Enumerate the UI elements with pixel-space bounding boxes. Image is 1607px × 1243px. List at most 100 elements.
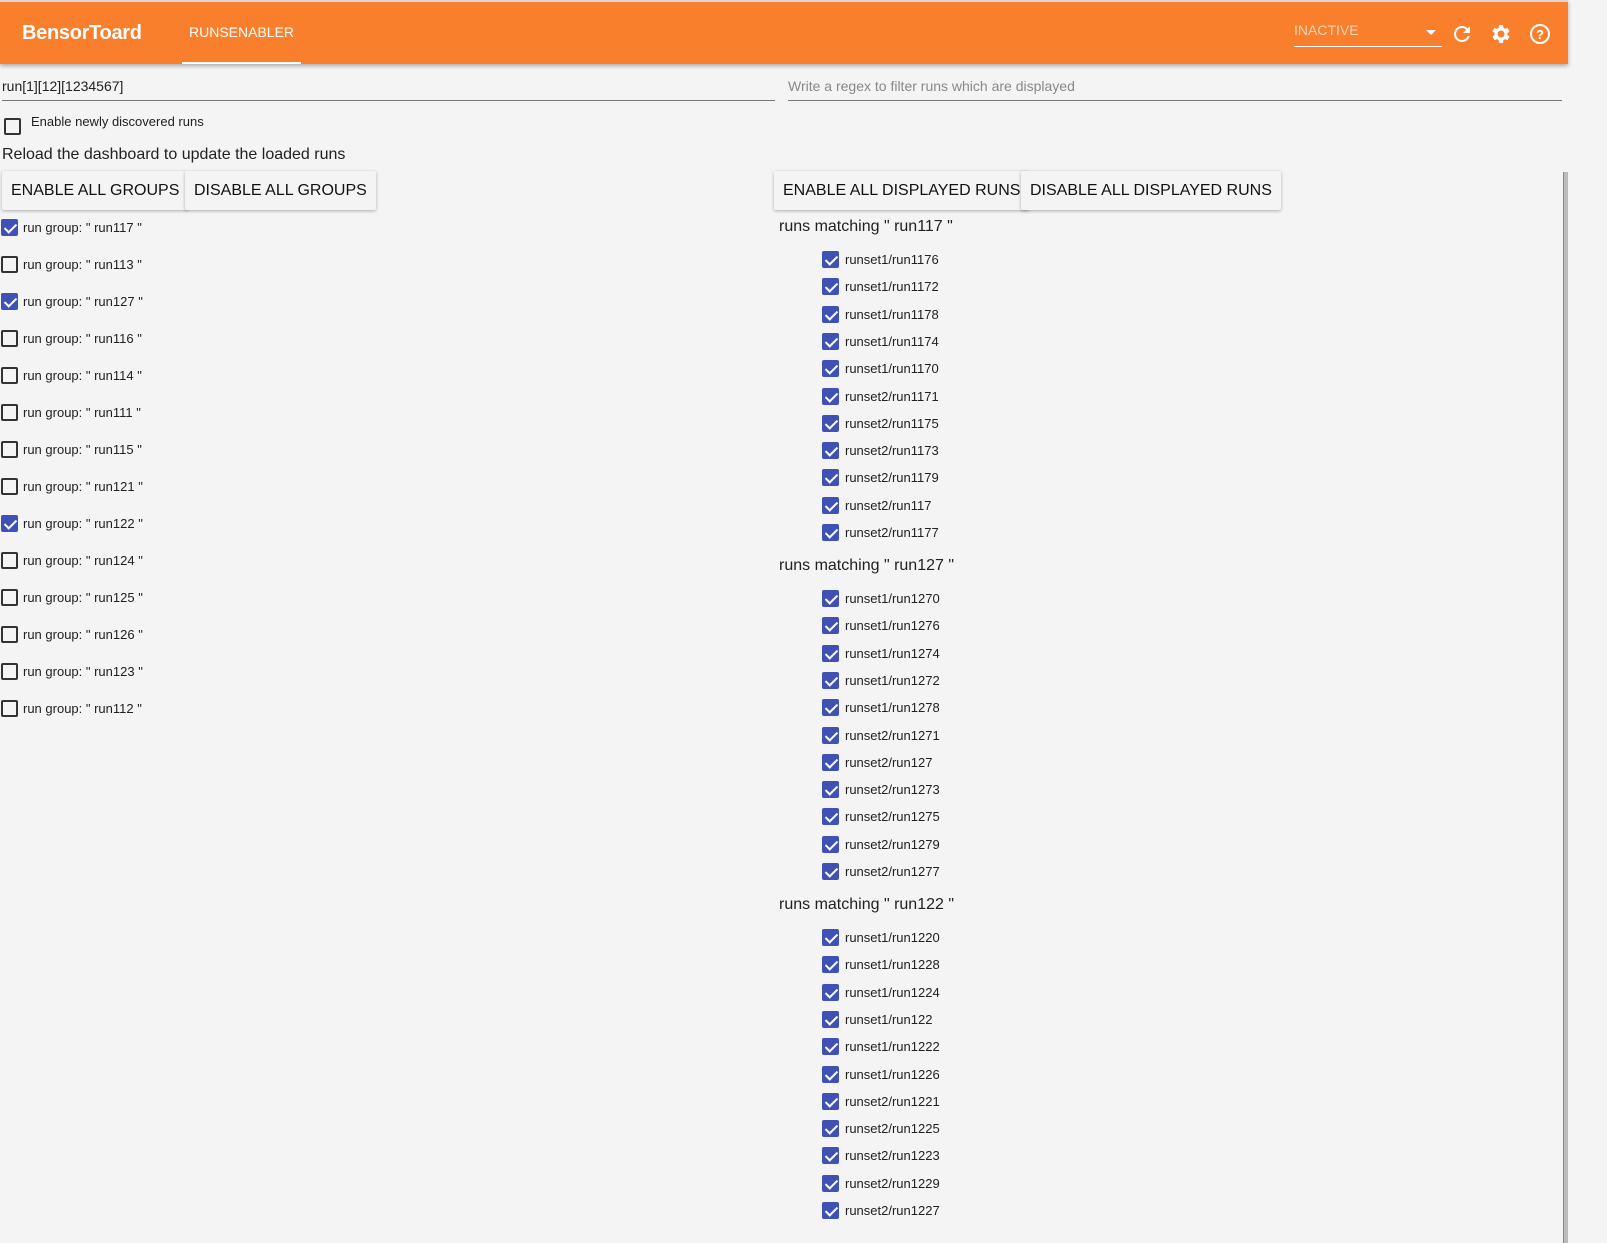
checkbox[interactable] bbox=[822, 1174, 839, 1192]
checkbox[interactable] bbox=[822, 617, 839, 635]
checkbox[interactable] bbox=[822, 414, 839, 432]
run-item[interactable]: runset2/run1225 bbox=[822, 1120, 940, 1138]
run-group-item[interactable]: run group: " run112 " bbox=[1, 700, 142, 717]
checkbox[interactable] bbox=[822, 644, 839, 662]
checkbox[interactable] bbox=[822, 1010, 839, 1028]
run-group-item[interactable]: run group: " run114 " bbox=[1, 367, 142, 384]
checkbox[interactable] bbox=[822, 699, 839, 717]
checkbox[interactable] bbox=[822, 1092, 839, 1110]
run-item[interactable]: runset2/run1177 bbox=[822, 524, 939, 541]
help-icon[interactable]: ? bbox=[1528, 22, 1552, 46]
checkbox[interactable] bbox=[1, 219, 18, 236]
checkbox[interactable] bbox=[1, 256, 18, 273]
run-item[interactable]: runset1/run1178 bbox=[822, 305, 939, 323]
run-group-item[interactable]: run group: " run111 " bbox=[1, 404, 141, 421]
run-item[interactable]: runset1/run1272 bbox=[822, 671, 940, 689]
run-group-item[interactable]: run group: " run126 " bbox=[1, 626, 143, 643]
checkbox[interactable] bbox=[822, 956, 839, 974]
disable-all-groups-button[interactable]: DISABLE ALL GROUPS bbox=[185, 171, 376, 210]
run-item[interactable]: runset1/run1176 bbox=[822, 251, 939, 268]
checkbox[interactable] bbox=[1, 478, 18, 495]
run-item[interactable]: runset2/run1229 bbox=[822, 1174, 940, 1192]
run-item[interactable]: runset2/run1173 bbox=[822, 442, 939, 460]
run-item[interactable]: runset2/run1271 bbox=[822, 726, 940, 744]
checkbox[interactable] bbox=[822, 524, 839, 541]
checkbox[interactable] bbox=[1, 330, 18, 347]
checkbox[interactable] bbox=[1, 663, 18, 680]
run-item[interactable]: runset2/run1273 bbox=[822, 781, 940, 799]
run-item[interactable]: runset1/run1274 bbox=[822, 644, 940, 662]
scrollbar[interactable] bbox=[1563, 172, 1568, 1243]
checkbox[interactable] bbox=[1, 700, 18, 717]
run-item[interactable]: runset2/run1227 bbox=[822, 1202, 940, 1219]
run-group-item[interactable]: run group: " run124 " bbox=[1, 552, 143, 569]
checkbox[interactable] bbox=[822, 671, 839, 689]
run-item[interactable]: runset2/run1175 bbox=[822, 414, 939, 432]
checkbox[interactable] bbox=[822, 496, 839, 514]
run-regex-input[interactable]: Write a regex to filter runs which are d… bbox=[788, 78, 1562, 101]
checkbox[interactable] bbox=[822, 726, 839, 744]
run-item[interactable]: runset2/run1171 bbox=[822, 387, 939, 405]
checkbox[interactable] bbox=[1, 367, 18, 384]
run-item[interactable]: runset1/run1170 bbox=[822, 360, 939, 378]
checkbox[interactable] bbox=[822, 332, 839, 350]
run-group-item[interactable]: run group: " run121 " bbox=[1, 478, 143, 495]
run-item[interactable]: runset1/run1222 bbox=[822, 1038, 940, 1056]
checkbox[interactable] bbox=[822, 305, 839, 323]
run-item[interactable]: runset2/run1179 bbox=[822, 469, 939, 487]
gear-icon[interactable] bbox=[1489, 22, 1513, 46]
run-item[interactable]: runset1/run1172 bbox=[822, 278, 939, 296]
checkbox[interactable] bbox=[822, 929, 839, 946]
run-item[interactable]: runset1/run1220 bbox=[822, 929, 940, 946]
checkbox[interactable] bbox=[822, 863, 839, 880]
checkbox[interactable] bbox=[822, 808, 839, 826]
enable-all-displayed-runs-button[interactable]: ENABLE ALL DISPLAYED RUNS bbox=[774, 171, 1030, 210]
run-item[interactable]: runset1/run1174 bbox=[822, 332, 939, 350]
checkbox[interactable] bbox=[822, 387, 839, 405]
checkbox[interactable] bbox=[822, 442, 839, 460]
checkbox[interactable] bbox=[1, 441, 18, 458]
run-item[interactable]: runset2/run1277 bbox=[822, 863, 940, 880]
checkbox[interactable] bbox=[1, 404, 18, 421]
run-group-item[interactable]: run group: " run122 " bbox=[1, 515, 143, 532]
refresh-icon[interactable] bbox=[1450, 22, 1474, 46]
enable-new-runs-checkbox[interactable] bbox=[4, 118, 21, 136]
checkbox[interactable] bbox=[822, 1147, 839, 1165]
checkbox[interactable] bbox=[822, 1202, 839, 1219]
disable-all-displayed-runs-button[interactable]: DISABLE ALL DISPLAYED RUNS bbox=[1021, 171, 1281, 210]
run-item[interactable]: runset2/run1221 bbox=[822, 1092, 940, 1110]
checkbox[interactable] bbox=[822, 590, 839, 607]
run-item[interactable]: runset1/run122 bbox=[822, 1010, 932, 1028]
run-group-item[interactable]: run group: " run115 " bbox=[1, 441, 142, 458]
run-item[interactable]: runset1/run1270 bbox=[822, 590, 940, 607]
run-item[interactable]: runset2/run117 bbox=[822, 496, 932, 514]
run-item[interactable]: runset1/run1226 bbox=[822, 1065, 940, 1083]
run-group-item[interactable]: run group: " run127 " bbox=[1, 293, 143, 310]
run-item[interactable]: runset2/run1279 bbox=[822, 835, 940, 853]
checkbox[interactable] bbox=[822, 835, 839, 853]
checkbox[interactable] bbox=[1, 293, 18, 310]
run-item[interactable]: runset1/run1276 bbox=[822, 617, 940, 635]
checkbox[interactable] bbox=[822, 1120, 839, 1138]
run-group-item[interactable]: run group: " run125 " bbox=[1, 589, 143, 606]
checkbox[interactable] bbox=[822, 1065, 839, 1083]
checkbox[interactable] bbox=[822, 251, 839, 268]
checkbox[interactable] bbox=[1, 626, 18, 643]
checkbox[interactable] bbox=[822, 278, 839, 296]
checkbox[interactable] bbox=[4, 118, 21, 136]
run-group-item[interactable]: run group: " run123 " bbox=[1, 663, 143, 680]
checkbox[interactable] bbox=[1, 589, 18, 606]
run-item[interactable]: runset2/run1275 bbox=[822, 808, 940, 826]
checkbox[interactable] bbox=[822, 469, 839, 487]
checkbox[interactable] bbox=[822, 781, 839, 799]
run-item[interactable]: runset2/run1223 bbox=[822, 1147, 940, 1165]
checkbox[interactable] bbox=[822, 753, 839, 771]
checkbox[interactable] bbox=[822, 360, 839, 378]
run-group-item[interactable]: run group: " run113 " bbox=[1, 256, 142, 273]
checkbox[interactable] bbox=[822, 1038, 839, 1056]
run-item[interactable]: runset1/run1224 bbox=[822, 983, 940, 1001]
checkbox[interactable] bbox=[1, 515, 18, 532]
checkbox[interactable] bbox=[822, 983, 839, 1001]
run-group-item[interactable]: run group: " run117 " bbox=[1, 219, 142, 236]
tab-runsenabler[interactable]: RUNSENABLER bbox=[182, 2, 301, 64]
